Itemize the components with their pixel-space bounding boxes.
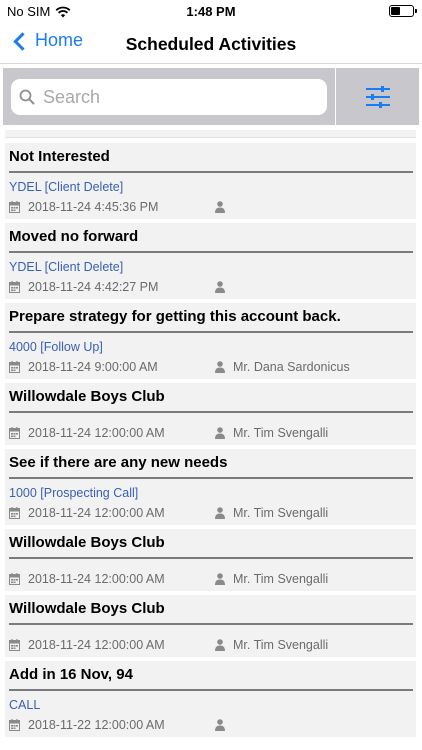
activity-person: Mr. Dana Sardonicus — [233, 359, 350, 374]
divider — [9, 689, 413, 691]
activity-meta: 2018-11-24 12:00:00 AM Mr. Tim Svengalli — [9, 423, 413, 445]
activity-person: Mr. Tim Svengalli — [233, 505, 329, 520]
activity-date: 2018-11-24 12:00:00 AM — [9, 572, 215, 586]
activity-contact: Mr. Tim Svengalli — [215, 506, 328, 520]
activity-card[interactable]: See if there are any new needs 1000 [Pro… — [5, 449, 416, 525]
activity-meta: 2018-11-24 12:00:00 AM Mr. Tim Svengalli — [9, 635, 413, 657]
activity-type — [9, 413, 413, 423]
activity-date: 2018-11-24 12:00:00 AM — [9, 638, 215, 652]
status-bar: No SIM 1:48 PM — [0, 0, 422, 24]
activity-type — [9, 625, 413, 635]
search-icon — [19, 89, 35, 105]
filter-button[interactable] — [336, 68, 419, 125]
activity-type: YDEL [Client Delete] — [9, 260, 124, 274]
calendar-icon — [9, 572, 20, 585]
activity-datetime: 2018-11-24 12:00:00 AM — [28, 505, 165, 520]
activity-card[interactable]: Willowdale Boys Club 2018-11-24 12:00:00… — [5, 383, 416, 445]
activity-card[interactable]: Add in 16 Nov, 94 CALL 2018-11-22 12:00:… — [5, 661, 416, 737]
status-right — [389, 5, 417, 17]
search-field[interactable] — [11, 79, 327, 115]
activity-type: 4000 [Follow Up] — [9, 340, 103, 354]
divider — [9, 477, 413, 479]
activity-contact: Mr. Dana Sardonicus — [215, 360, 350, 374]
activity-title: Not Interested — [9, 148, 110, 165]
activity-person: Mr. Tim Svengalli — [233, 425, 329, 440]
activity-date: 2018-11-24 12:00:00 AM — [9, 506, 215, 520]
activity-type: YDEL [Client Delete] — [9, 180, 124, 194]
person-icon — [215, 718, 225, 731]
activity-card[interactable]: Not Interested YDEL [Client Delete] 2018… — [5, 143, 416, 219]
sliders-icon — [365, 85, 390, 108]
calendar-icon — [9, 360, 20, 373]
calendar-icon — [9, 638, 20, 651]
chevron-left-icon — [13, 31, 32, 51]
activity-contact: Mr. Tim Svengalli — [215, 572, 328, 586]
calendar-icon — [9, 280, 20, 293]
activity-contact — [215, 200, 233, 213]
back-button-label: Home — [35, 30, 84, 50]
person-icon — [215, 506, 225, 519]
activity-contact: Mr. Tim Svengalli — [215, 426, 328, 440]
search-input[interactable] — [43, 86, 313, 108]
activity-title: See if there are any new needs — [9, 454, 228, 471]
activity-title: Willowdale Boys Club — [9, 534, 165, 551]
activity-datetime: 2018-11-24 12:00:00 AM — [28, 637, 165, 652]
activity-meta: 2018-11-22 12:00:00 AM — [9, 715, 413, 737]
activity-contact — [215, 280, 233, 293]
navigation-bar: Home Scheduled Activities — [0, 24, 422, 64]
calendar-icon — [9, 200, 20, 213]
activity-title: Willowdale Boys Club — [9, 600, 165, 617]
activity-datetime: 2018-11-24 12:00:00 AM — [28, 571, 165, 586]
person-icon — [215, 572, 225, 585]
activity-datetime: 2018-11-24 4:42:27 PM — [28, 279, 159, 294]
activity-meta: 2018-11-24 4:45:36 PM — [9, 197, 413, 219]
activity-date: 2018-11-24 9:00:00 AM — [9, 360, 215, 374]
activity-date: 2018-11-24 12:00:00 AM — [9, 426, 215, 440]
activity-card[interactable]: Moved no forward YDEL [Client Delete] 20… — [5, 223, 416, 299]
activity-type: CALL — [9, 698, 41, 712]
activity-datetime: 2018-11-24 4:45:36 PM — [28, 199, 159, 214]
activity-title: Willowdale Boys Club — [9, 388, 165, 405]
activity-date: 2018-11-24 4:45:36 PM — [9, 200, 215, 214]
activity-meta: 2018-11-24 12:00:00 AM Mr. Tim Svengalli — [9, 503, 413, 525]
activity-contact — [215, 718, 233, 731]
person-icon — [215, 360, 225, 373]
activity-card[interactable]: Willowdale Boys Club 2018-11-24 12:00:00… — [5, 529, 416, 591]
calendar-icon — [9, 426, 20, 439]
activity-datetime: 2018-11-22 12:00:00 AM — [28, 717, 165, 732]
activity-person: Mr. Tim Svengalli — [233, 571, 329, 586]
search-bar — [3, 68, 335, 125]
status-time: 1:48 PM — [186, 4, 236, 19]
activity-title: Add in 16 Nov, 94 — [9, 666, 133, 683]
activity-card[interactable]: Prepare strategy for getting this accoun… — [5, 303, 416, 379]
back-button[interactable]: Home — [10, 30, 83, 51]
person-icon — [215, 426, 225, 439]
person-icon — [215, 200, 225, 213]
activity-person: Mr. Tim Svengalli — [233, 637, 329, 652]
activity-title: Prepare strategy for getting this accoun… — [9, 308, 341, 325]
activity-date: 2018-11-24 4:42:27 PM — [9, 280, 215, 294]
person-icon — [215, 280, 225, 293]
activity-meta: 2018-11-24 9:00:00 AM Mr. Dana Sardonicu… — [9, 357, 413, 379]
calendar-icon — [9, 506, 20, 519]
activity-type — [9, 559, 413, 569]
divider — [9, 331, 413, 333]
battery-icon — [389, 5, 417, 17]
activity-date: 2018-11-22 12:00:00 AM — [9, 718, 215, 732]
activity-contact: Mr. Tim Svengalli — [215, 638, 328, 652]
person-icon — [215, 638, 225, 651]
calendar-icon — [9, 718, 20, 731]
list-top-edge — [5, 130, 416, 138]
activity-type: 1000 [Prospecting Call] — [9, 486, 139, 500]
activity-title: Moved no forward — [9, 228, 139, 245]
activity-datetime: 2018-11-24 9:00:00 AM — [28, 359, 158, 374]
divider — [9, 171, 413, 173]
activity-datetime: 2018-11-24 12:00:00 AM — [28, 425, 165, 440]
activity-list[interactable]: Not Interested YDEL [Client Delete] 2018… — [5, 130, 416, 750]
activity-meta: 2018-11-24 4:42:27 PM — [9, 277, 413, 299]
activity-card[interactable]: Willowdale Boys Club 2018-11-24 12:00:00… — [5, 595, 416, 657]
activity-meta: 2018-11-24 12:00:00 AM Mr. Tim Svengalli — [9, 569, 413, 591]
divider — [9, 251, 413, 253]
